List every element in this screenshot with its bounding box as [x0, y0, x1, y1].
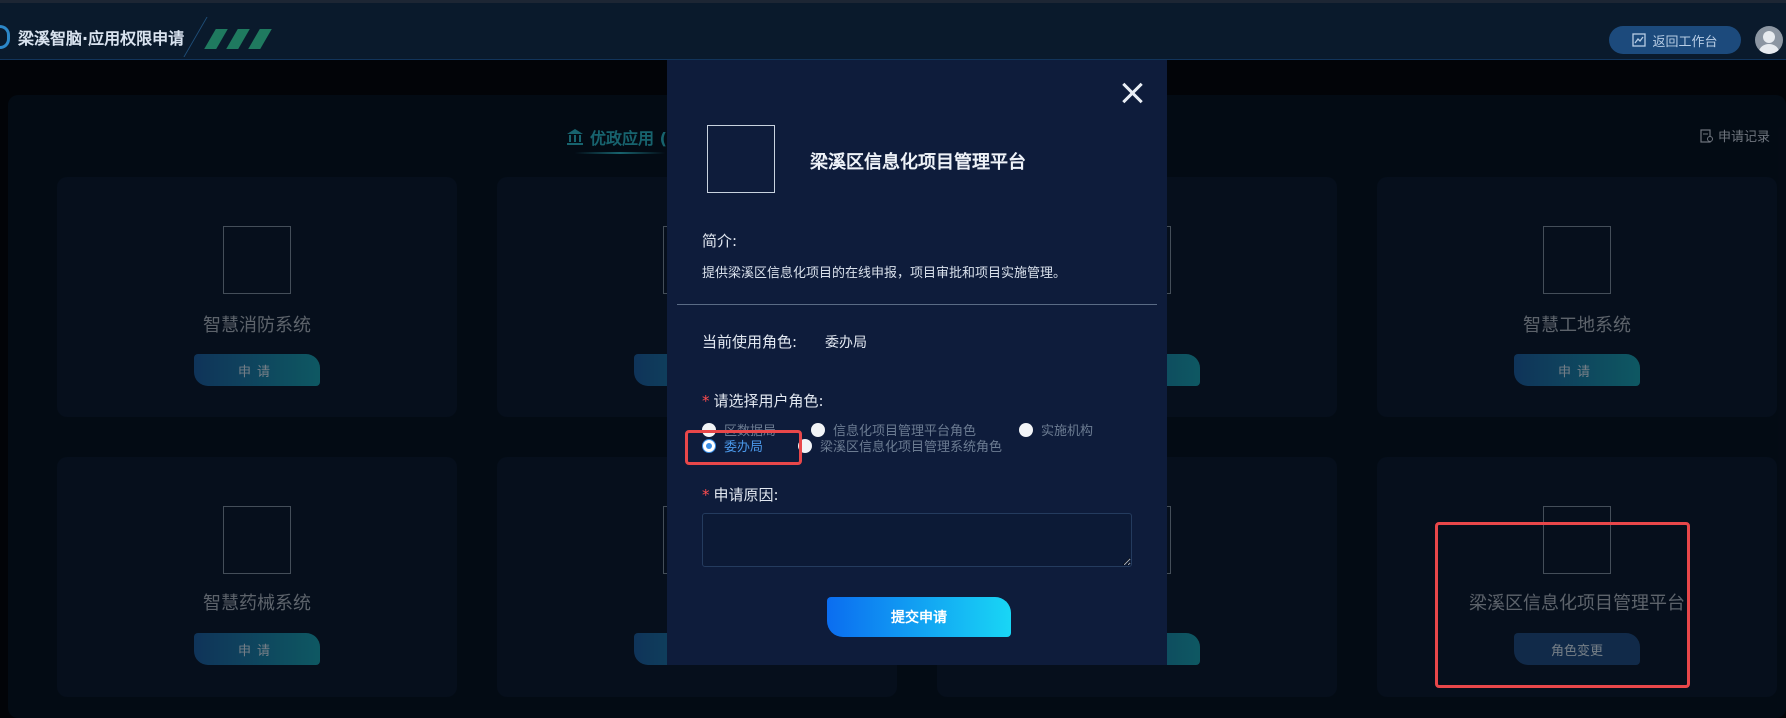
- role-label: 梁溪区信息化项目管理系统角色: [820, 440, 1003, 455]
- header-decoration: [200, 21, 290, 51]
- intro-text: 提供梁溪区信息化项目的在线申报，项目审批和项目实施管理。: [702, 266, 1067, 281]
- radio-dot: [1019, 422, 1033, 437]
- highlight-box-radio: [685, 430, 802, 465]
- select-role-text: 请选择用户角色:: [713, 392, 824, 410]
- intro-label: 简介:: [702, 232, 738, 250]
- avatar[interactable]: [1755, 26, 1783, 54]
- current-role-value: 委办局: [825, 335, 867, 351]
- required-mark: *: [702, 486, 710, 504]
- reason-label: * 申请原因:: [702, 484, 779, 505]
- highlight-box-card: [1435, 522, 1690, 688]
- top-bar: 梁溪智脑·应用权限申请 返回工作台: [0, 0, 1786, 60]
- role-label: 实施机构: [1041, 424, 1094, 439]
- logo-icon: [0, 25, 10, 49]
- modal-app-image: [707, 125, 775, 193]
- close-icon[interactable]: [1117, 78, 1147, 108]
- reason-input[interactable]: [702, 513, 1132, 567]
- apply-modal: 梁溪区信息化项目管理平台 简介: 提供梁溪区信息化项目的在线申报，项目审批和项目…: [667, 60, 1167, 665]
- radio-dot: [811, 422, 825, 437]
- current-role-label: 当前使用角色:: [702, 333, 798, 351]
- chart-icon: [1632, 33, 1647, 47]
- role-radio-shishi-jigou[interactable]: 实施机构: [1019, 420, 1093, 439]
- modal-title: 梁溪区信息化项目管理平台: [810, 152, 1026, 173]
- return-workbench-button[interactable]: 返回工作台: [1609, 26, 1741, 54]
- select-role-label: * 请选择用户角色:: [702, 390, 824, 411]
- brand: 梁溪智脑·应用权限申请: [0, 25, 184, 49]
- submit-button[interactable]: 提交申请: [827, 597, 1011, 637]
- required-mark: *: [702, 392, 710, 410]
- divider: [677, 304, 1157, 305]
- return-workbench-label: 返回工作台: [1652, 34, 1718, 50]
- role-radio-liangxi-xitong[interactable]: 梁溪区信息化项目管理系统角色: [798, 436, 1002, 455]
- reason-text: 申请原因:: [713, 486, 779, 504]
- app-title: 梁溪智脑·应用权限申请: [18, 29, 185, 48]
